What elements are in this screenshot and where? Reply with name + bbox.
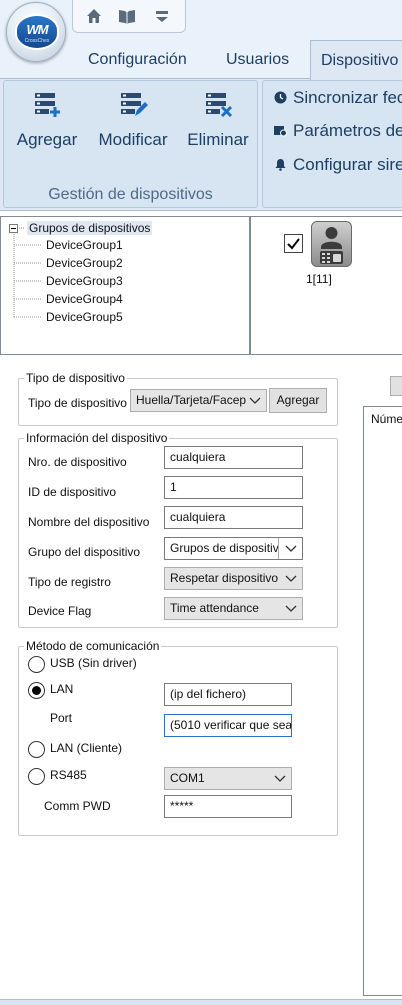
- device-flag-value: Time attendance: [170, 601, 259, 615]
- port-label: Port: [50, 711, 73, 725]
- chevron-down-icon: [280, 568, 302, 589]
- device-info-legend: Información del dispositivo: [24, 431, 170, 445]
- device-name-label: Nombre del dispositivo: [28, 515, 150, 529]
- lan-client-radio[interactable]: [28, 741, 45, 758]
- device-table: [363, 406, 402, 996]
- lan-label: LAN: [50, 682, 74, 696]
- chevron-down-icon: [244, 390, 266, 411]
- device-type-legend: Tipo de dispositivo: [24, 371, 127, 385]
- lan-ip-field[interactable]: (ip del fichero): [164, 683, 292, 706]
- quick-access-toolbar: [72, 0, 186, 33]
- tree-item-devicegroup3[interactable]: DeviceGroup3: [46, 274, 123, 288]
- device-id-label: ID de dispositivo: [28, 485, 117, 499]
- device-type-select[interactable]: Huella/Tarjeta/Facep: [130, 389, 267, 412]
- add-device-label: Agregar: [16, 130, 78, 149]
- configure-siren-button[interactable]: Configurar sire: [274, 155, 402, 177]
- delete-device-icon: [206, 93, 233, 118]
- tree-root-device-groups[interactable]: Grupos de dispositivos: [27, 221, 153, 235]
- bell-icon: [275, 159, 286, 171]
- tree-item-devicegroup4[interactable]: DeviceGroup4: [46, 292, 123, 306]
- device-group-value: Grupos de dispositiv: [170, 541, 279, 555]
- com-port-value: COM1: [170, 771, 205, 785]
- device-flag-label: Device Flag: [28, 604, 92, 618]
- tab-configuracion[interactable]: Configuración: [88, 40, 187, 78]
- device-flag-select[interactable]: Time attendance: [164, 597, 303, 620]
- device-group-tree: Grupos de dispositivos DeviceGroup1 Devi…: [0, 216, 250, 355]
- checkmark-icon: [287, 238, 300, 250]
- usb-label: USB (Sin driver): [50, 656, 137, 670]
- record-type-select[interactable]: Respetar dispositivo: [164, 567, 303, 590]
- lan-radio[interactable]: [28, 682, 45, 699]
- add-device-button[interactable]: Agregar: [14, 90, 80, 150]
- port-field[interactable]: (5010 verificar que sea): [164, 714, 292, 737]
- delete-device-button[interactable]: Eliminar: [184, 90, 252, 150]
- dropdown-icon[interactable]: [151, 6, 173, 26]
- sync-time-button[interactable]: Sincronizar fec: [274, 88, 402, 110]
- chevron-down-icon: [278, 538, 302, 559]
- tab-dispositivo[interactable]: Dispositivo: [310, 40, 402, 80]
- tree-item-devicegroup5[interactable]: DeviceGroup5: [46, 310, 123, 324]
- record-type-value: Respetar dispositivo: [170, 571, 279, 585]
- app-logo[interactable]: WM CrossChex: [6, 2, 66, 62]
- fingerprint-device-icon[interactable]: [311, 221, 352, 267]
- chevron-down-icon: [280, 598, 302, 619]
- status-bar: [0, 999, 402, 1005]
- device-name-field[interactable]: cualquiera: [164, 506, 303, 529]
- usb-radio[interactable]: [28, 656, 45, 673]
- settings-icon: [274, 126, 287, 137]
- rs485-label: RS485: [50, 768, 87, 782]
- lan-client-label: LAN (Cliente): [50, 741, 123, 755]
- device-number-field[interactable]: cualquiera: [164, 446, 303, 469]
- device-type-value: Huella/Tarjeta/Facep: [136, 393, 247, 407]
- logo-subtext: CrossChex: [24, 38, 50, 44]
- device-parameters-label: Parámetros de: [293, 121, 402, 140]
- tree-item-devicegroup2[interactable]: DeviceGroup2: [46, 256, 123, 270]
- tree-lines: [13, 227, 41, 318]
- comm-pwd-field[interactable]: *****: [164, 795, 292, 818]
- right-panel-button[interactable]: [390, 376, 402, 396]
- device-parameters-button[interactable]: Parámetros de: [274, 121, 402, 143]
- device-type-label: Tipo de dispositivo: [28, 396, 127, 410]
- modify-device-button[interactable]: Modificar: [94, 90, 172, 150]
- chevron-down-icon: [269, 768, 291, 789]
- rs485-radio[interactable]: [28, 768, 45, 785]
- column-header-numero[interactable]: Núme: [371, 412, 402, 426]
- clock-icon: [274, 91, 287, 104]
- device-management-caption: Gestión de dispositivos: [48, 186, 213, 203]
- tree-item-devicegroup1[interactable]: DeviceGroup1: [46, 238, 123, 252]
- book-icon[interactable]: [116, 6, 138, 26]
- home-icon[interactable]: [83, 6, 105, 26]
- com-port-select[interactable]: COM1: [164, 767, 292, 790]
- device-label: 1[11]: [306, 272, 332, 286]
- comm-pwd-label: Comm PWD: [44, 799, 111, 813]
- device-group-select[interactable]: Grupos de dispositiv: [164, 537, 303, 560]
- logo-text: WM: [26, 22, 48, 37]
- sync-time-label: Sincronizar fec: [293, 88, 402, 107]
- configure-siren-label: Configurar sire: [293, 155, 402, 174]
- modify-device-label: Modificar: [98, 130, 168, 149]
- edit-device-icon: [121, 93, 148, 116]
- tab-usuarios[interactable]: Usuarios: [226, 40, 289, 78]
- add-device-icon: [35, 93, 60, 117]
- communication-legend: Método de comunicación: [24, 639, 162, 653]
- device-group-label: Grupo del dispositivo: [28, 545, 141, 559]
- device-number-label: Nro. de dispositivo: [28, 455, 127, 469]
- delete-device-label: Eliminar: [187, 130, 249, 149]
- device-id-field[interactable]: 1: [164, 476, 303, 499]
- add-device-type-button[interactable]: Agregar: [269, 388, 327, 413]
- device-checkbox[interactable]: [284, 234, 303, 253]
- record-type-label: Tipo de registro: [28, 575, 111, 589]
